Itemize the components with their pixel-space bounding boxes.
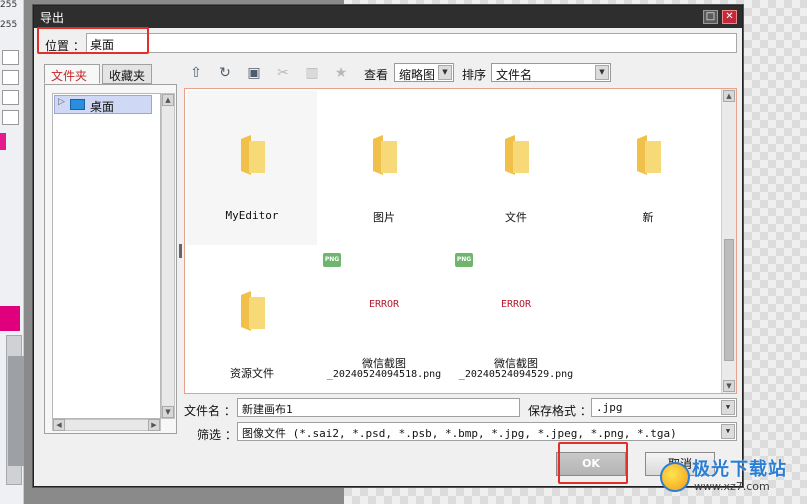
folder-tree: ▷ 桌面 — [52, 93, 161, 419]
view-select[interactable]: 缩略图 ▼ — [394, 63, 454, 82]
value-input[interactable] — [2, 50, 19, 65]
expand-arrow-icon[interactable]: ▷ — [58, 97, 65, 107]
format-select-value: .jpg — [596, 401, 623, 414]
tab-folders[interactable]: 文件夹 — [44, 64, 100, 84]
filter-select-value: 图像文件 (*.sai2, *.psd, *.psb, *.bmp, *.jpg… — [242, 427, 677, 440]
watermark-text: 极光下载站 — [692, 459, 787, 480]
up-folder-icon[interactable]: ⇧ — [186, 64, 206, 82]
app-left-toolbar: 255 255 — [0, 0, 138, 504]
sort-label: 排序 — [462, 68, 487, 82]
watermark-logo-icon — [660, 462, 690, 492]
view-select-value: 缩略图 — [399, 68, 436, 82]
value-input[interactable] — [2, 90, 19, 105]
thumbnail-error: ERROR — [500, 299, 532, 310]
folder-tree-panel: ▷ 桌面 ▲ ▼ ◀ ▶ — [44, 84, 177, 434]
file-item[interactable]: 文件 — [451, 91, 581, 245]
scroll-down-icon[interactable]: ▼ — [162, 406, 174, 418]
file-name-suffix: _20240524094518.png — [326, 369, 442, 380]
tree-vertical-scrollbar[interactable]: ▲ ▼ — [161, 93, 175, 419]
refresh-icon[interactable]: ↻ — [215, 64, 235, 82]
location-highlight-box — [37, 27, 149, 54]
location-field[interactable]: 桌面 — [86, 33, 737, 53]
dialog-titlebar: 导出 □ ✕ — [34, 6, 742, 28]
value-readout: 255 — [0, 20, 18, 30]
close-icon[interactable]: ✕ — [722, 10, 737, 24]
file-name: MyEditor — [225, 209, 279, 222]
scroll-left-icon[interactable]: ◀ — [53, 419, 65, 431]
ok-highlight-box — [558, 442, 628, 484]
folder-icon — [637, 135, 661, 175]
chevron-down-icon[interactable]: ▼ — [721, 400, 735, 415]
file-item[interactable]: 资源文件 — [187, 247, 317, 401]
filename-input[interactable]: 新建画布1 — [237, 398, 520, 417]
panel-splitter[interactable] — [179, 244, 182, 258]
scroll-right-icon[interactable]: ▶ — [148, 419, 160, 431]
tab-favorites[interactable]: 收藏夹 — [102, 64, 152, 84]
file-item[interactable]: 图片 — [319, 91, 449, 245]
filter-select[interactable]: 图像文件 (*.sai2, *.psd, *.psb, *.bmp, *.jpg… — [237, 422, 737, 441]
watermark-url: www.xz7.com — [694, 480, 770, 493]
tree-item-label: 桌面 — [90, 100, 115, 114]
color-indicator — [0, 133, 6, 150]
chevron-down-icon[interactable]: ▼ — [438, 65, 452, 80]
file-name: 资源文件 — [230, 367, 274, 380]
file-item[interactable]: MyEditor — [187, 91, 317, 245]
chevron-down-icon[interactable]: ▼ — [595, 65, 609, 80]
tree-horizontal-scrollbar[interactable]: ◀ ▶ — [52, 419, 161, 431]
sort-select-value: 文件名 — [496, 68, 533, 82]
folder-icon — [373, 135, 397, 175]
format-select[interactable]: .jpg ▼ — [591, 398, 737, 417]
scroll-up-icon[interactable]: ▲ — [723, 90, 735, 102]
delete-icon[interactable]: ▥ — [302, 64, 322, 82]
file-name: 图片 — [373, 211, 395, 224]
png-icon: PNG — [323, 253, 341, 267]
scroll-down-icon[interactable]: ▼ — [723, 380, 735, 392]
new-folder-icon[interactable]: ▣ — [244, 64, 264, 82]
file-item[interactable]: PNG ERROR 微信截图 _20240524094529.png — [451, 247, 581, 401]
sort-select[interactable]: 文件名 ▼ — [491, 63, 611, 82]
format-label: 保存格式 ： — [528, 404, 592, 418]
value-input[interactable] — [2, 110, 19, 125]
color-swatch[interactable] — [0, 306, 20, 331]
png-icon: PNG — [455, 253, 473, 267]
value-input[interactable] — [2, 70, 19, 85]
file-item[interactable]: PNG ERROR 微信截图 _20240524094518.png — [319, 247, 449, 401]
file-grid-scrollbar[interactable]: ▲ ▼ — [721, 89, 736, 393]
watermark: 极光下载站 www.xz7.com — [650, 450, 805, 502]
dialog-title: 导出 — [40, 11, 65, 25]
value-readout: 255 — [0, 0, 18, 10]
chevron-down-icon[interactable]: ▼ — [721, 424, 735, 439]
folder-icon — [241, 135, 265, 175]
file-thumbnail-grid: MyEditor 图片 文件 新 资源文件 PNG ERROR 微信截图 _20… — [184, 88, 737, 394]
left-scrollbar[interactable] — [6, 335, 138, 485]
file-name: 文件 — [505, 211, 527, 224]
cut-icon[interactable]: ✂ — [273, 64, 293, 82]
folder-icon — [505, 135, 529, 175]
file-item[interactable]: 新 — [583, 91, 713, 245]
folder-icon — [241, 291, 265, 331]
scrollbar-thumb[interactable] — [724, 239, 734, 361]
filter-label: 筛选 ： — [197, 428, 237, 442]
star-icon[interactable]: ★ — [331, 64, 351, 82]
filename-label: 文件名 ： — [184, 404, 236, 418]
file-name-suffix: _20240524094529.png — [458, 369, 574, 380]
export-dialog: 导出 □ ✕ 位置 ： 桌面 文件夹 收藏夹 ▷ 桌面 ▲ ▼ ◀ ▶ ⇧ ↻ … — [33, 5, 743, 487]
tree-item-desktop[interactable]: ▷ 桌面 — [54, 95, 152, 114]
desktop-icon — [70, 99, 85, 110]
scroll-up-icon[interactable]: ▲ — [162, 94, 174, 106]
maximize-icon[interactable]: □ — [703, 10, 718, 24]
thumbnail-error: ERROR — [368, 299, 400, 310]
file-name: 新 — [642, 211, 654, 224]
view-label: 查看 — [364, 68, 389, 82]
